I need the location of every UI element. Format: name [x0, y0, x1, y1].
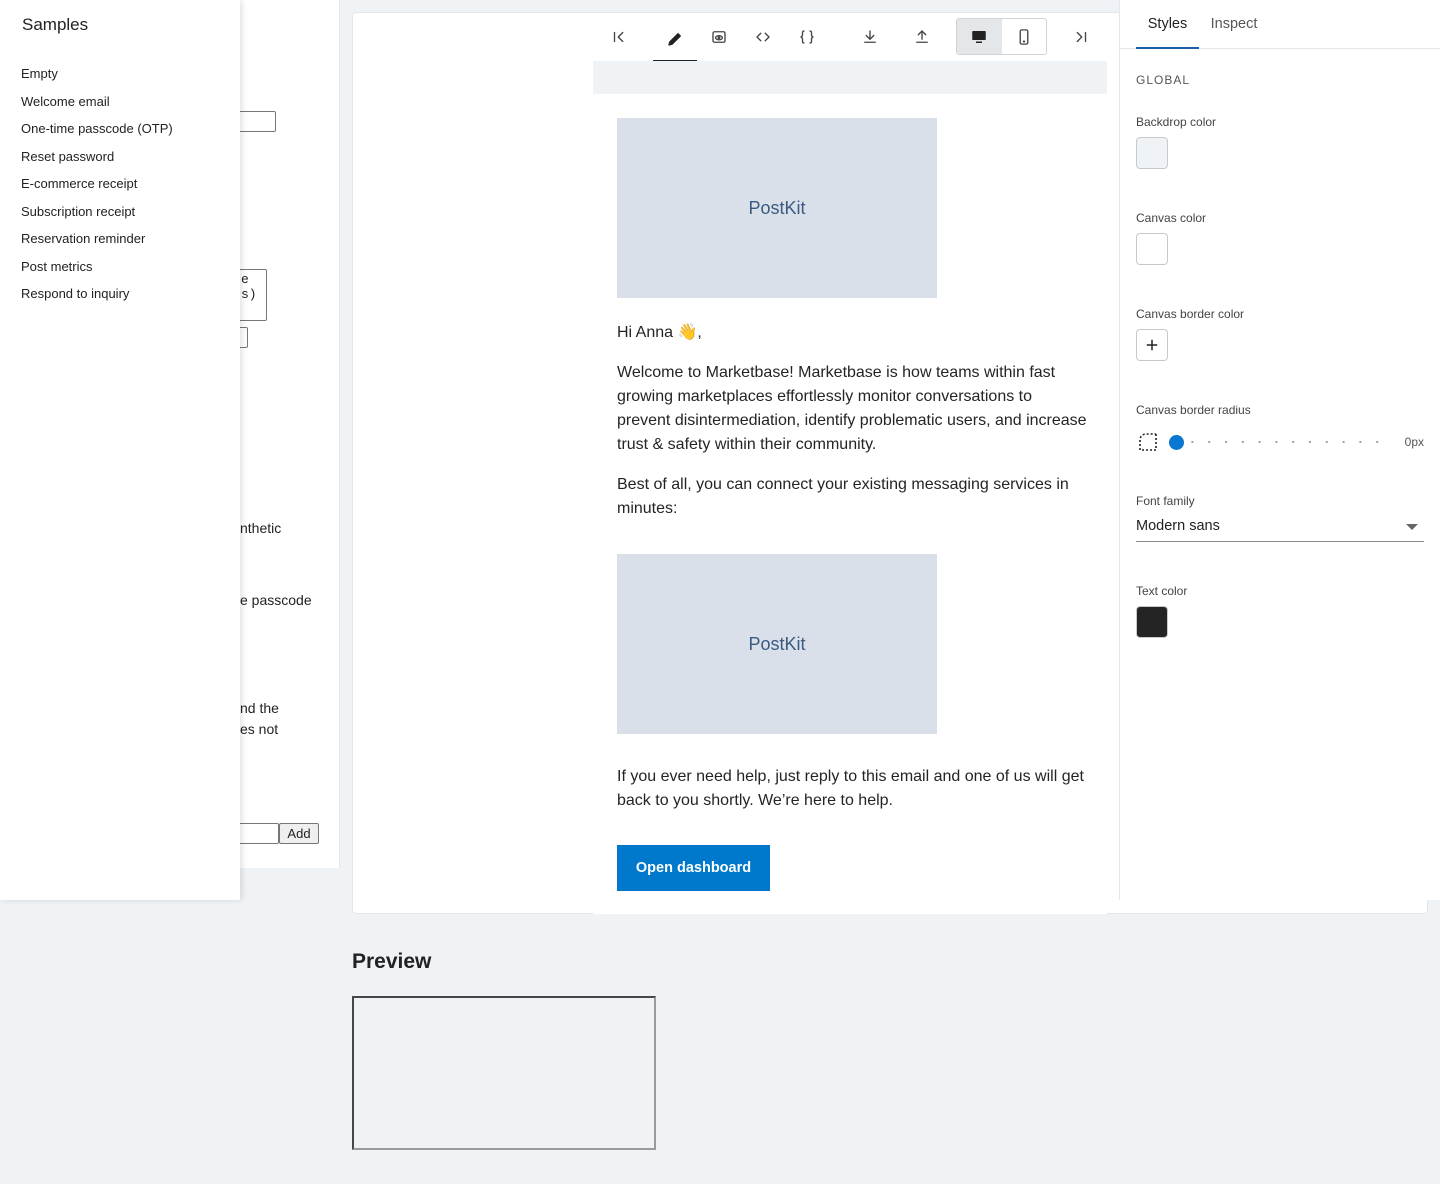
canvas-border-color-label: Canvas border color [1136, 307, 1245, 321]
samples-list: Empty Welcome email One-time passcode (O… [21, 64, 173, 312]
preview-frame [352, 996, 656, 1150]
preview-icon[interactable] [697, 18, 741, 56]
samples-title: Samples [22, 15, 89, 34]
backdrop-color-swatch[interactable] [1136, 137, 1168, 169]
background-text: nthetic [240, 520, 282, 536]
plus-icon [1146, 339, 1158, 351]
email-image[interactable]: PostKit [617, 118, 937, 298]
edit-icon[interactable] [653, 18, 697, 62]
border-radius-slider-track[interactable] [1176, 441, 1380, 443]
email-paragraph[interactable]: Welcome to Marketbase! Marketbase is how… [617, 361, 1087, 457]
first-page-icon[interactable] [597, 18, 641, 56]
email-image[interactable]: PostKit [617, 554, 937, 734]
sample-item-respond-to-inquiry[interactable]: Respond to inquiry [21, 284, 173, 312]
add-button[interactable]: Add [279, 823, 319, 844]
inspector-panel: Styles Inspect GLOBAL Backdrop color Can… [1119, 0, 1440, 900]
text-color-label: Text color [1136, 584, 1188, 598]
download-icon[interactable] [848, 18, 892, 56]
canvas-color-label: Canvas color [1136, 211, 1207, 225]
last-page-icon[interactable] [1059, 18, 1103, 56]
backdrop-color-label: Backdrop color [1136, 115, 1217, 129]
font-family-label: Font family [1136, 494, 1195, 508]
tab-styles[interactable]: Styles [1136, 0, 1199, 49]
code-icon[interactable] [741, 18, 785, 56]
add-color-button[interactable] [1136, 329, 1168, 361]
upload-icon[interactable] [900, 18, 944, 56]
canvas-color-swatch[interactable] [1136, 233, 1168, 265]
sample-item-subscription-receipt[interactable]: Subscription receipt [21, 202, 173, 230]
text-color-swatch[interactable] [1136, 606, 1168, 638]
email-paragraph[interactable]: Best of all, you can connect your existi… [617, 473, 1087, 521]
canvas-border-radius-label: Canvas border radius [1136, 403, 1251, 417]
border-radius-slider-thumb[interactable] [1169, 435, 1184, 450]
background-text: es not [240, 721, 279, 737]
mobile-icon[interactable] [1002, 19, 1047, 54]
sample-item-welcome-email[interactable]: Welcome email [21, 92, 173, 120]
samples-drawer: Samples Empty Welcome email One-time pas… [0, 0, 240, 900]
json-icon[interactable] [785, 18, 829, 56]
background-text: e passcode [240, 592, 312, 608]
border-radius-icon [1139, 433, 1157, 451]
sample-item-ecommerce-receipt[interactable]: E-commerce receipt [21, 174, 173, 202]
sample-item-otp[interactable]: One-time passcode (OTP) [21, 119, 173, 147]
email-paragraph[interactable]: If you ever need help, just reply to thi… [617, 765, 1087, 813]
sample-item-reservation-reminder[interactable]: Reservation reminder [21, 229, 173, 257]
sample-item-empty[interactable]: Empty [21, 64, 173, 92]
email-backdrop [593, 61, 1107, 94]
section-heading: GLOBAL [1136, 73, 1191, 87]
inspector-tabs: Styles Inspect [1120, 0, 1440, 49]
device-toggle [956, 18, 1047, 55]
preview-title: Preview [352, 950, 432, 973]
border-radius-value: 0px [1404, 435, 1424, 449]
sample-item-post-metrics[interactable]: Post metrics [21, 257, 173, 285]
email-greeting[interactable]: Hi Anna 👋, [617, 321, 1087, 345]
background-text: nd the [240, 700, 279, 716]
sample-item-reset-password[interactable]: Reset password [21, 147, 173, 175]
tab-inspect[interactable]: Inspect [1209, 0, 1259, 49]
font-family-select[interactable]: Modern sans [1136, 513, 1424, 542]
font-family-value: Modern sans [1136, 518, 1220, 534]
desktop-icon[interactable] [957, 19, 1002, 54]
open-dashboard-button[interactable]: Open dashboard [617, 845, 770, 891]
chevron-down-icon [1406, 524, 1418, 530]
